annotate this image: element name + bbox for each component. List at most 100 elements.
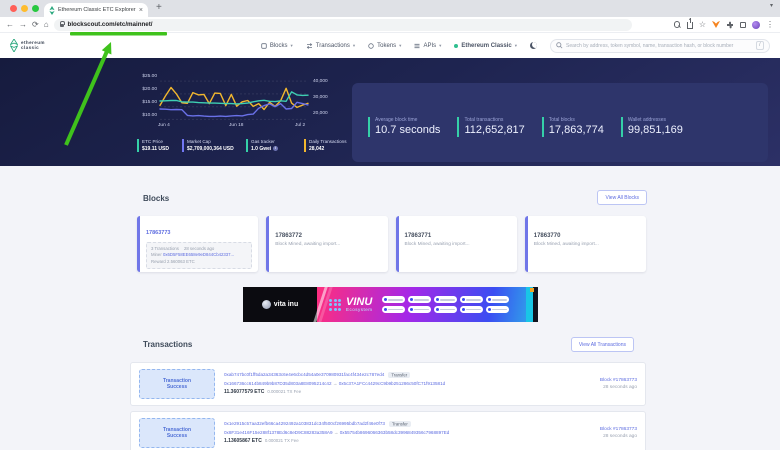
y-axis-tick: $25.00: [133, 74, 157, 79]
ad-pill[interactable]: [434, 296, 457, 303]
stat-wallet-addresses: Wallet addresses 99,851,169: [621, 117, 683, 137]
nav-item-transactions[interactable]: Transactions▾: [306, 43, 355, 49]
stat-etc-price: ETC Price $19.11 USD: [137, 139, 174, 152]
stat-total-blocks: Total blocks 17,863,774: [542, 117, 604, 137]
hero-stats-left: ETC Price $19.11 USD Market Cap $2,709,0…: [137, 139, 352, 152]
transaction-value: 1.13605867 ETC: [224, 438, 262, 444]
ad-pill[interactable]: [382, 296, 405, 303]
y-axis-tick: $15.00: [133, 100, 157, 105]
blocks-section-title: Blocks: [143, 194, 169, 203]
etc-diamond-icon: [10, 39, 18, 52]
zoom-search-icon[interactable]: [674, 21, 681, 28]
transaction-list: Transaction Success 0xab747bc0f1ff5da2a3…: [130, 362, 646, 450]
ad-pill[interactable]: [486, 306, 509, 313]
block-link[interactable]: Block #17863773: [600, 377, 637, 385]
transaction-hash-link[interactable]: 0xab747bc0f1ff5da2a34363c6e4e6cbc4d54a0e…: [224, 372, 384, 377]
extensions-puzzle-icon[interactable]: [726, 21, 734, 29]
transaction-row[interactable]: Transaction Success 0x1e2915c57aa32efb66…: [130, 411, 646, 450]
ad-pill[interactable]: [434, 306, 457, 313]
forward-icon[interactable]: →: [19, 20, 27, 30]
hero-stats-panel: Average block time 10.7 seconds Total tr…: [352, 83, 768, 162]
y2-axis-tick: 40,000: [313, 79, 328, 84]
from-address-link[interactable]: 0x166736cc614b849b9b87D35d803a8E8095214c…: [224, 381, 332, 386]
back-icon[interactable]: ←: [6, 20, 14, 30]
ad-pill[interactable]: [408, 296, 431, 303]
transactions-section-title: Transactions: [143, 340, 192, 349]
block-link[interactable]: Block #17863773: [600, 426, 637, 434]
chevron-down-icon: ▾: [353, 43, 355, 49]
ad-content: VINU Ecosystem: [317, 287, 538, 322]
transaction-hash-link[interactable]: 0x1e2915c57aa32efb66ca4292492a103831dc34…: [224, 421, 385, 426]
to-address-link[interactable]: 0x5c37A1FCc4429cC9b9b251286c50fC71f91358…: [339, 381, 446, 386]
url-bar[interactable]: blockscout.com/etc/mainnet/: [54, 19, 632, 31]
ad-pill[interactable]: [460, 306, 483, 313]
window-fullscreen-button[interactable]: [32, 5, 39, 12]
ethereum-classic-logo[interactable]: ethereum classic: [10, 39, 45, 52]
new-tab-button[interactable]: +: [156, 2, 162, 13]
transaction-status-badge: Transaction Success: [139, 418, 215, 448]
chevron-down-icon: ▾: [439, 43, 441, 49]
chevron-down-icon: ▾: [515, 43, 517, 49]
ad-banner[interactable]: vita inu VINU Ecosystem: [243, 287, 538, 322]
profile-avatar[interactable]: [752, 21, 760, 29]
miner-address-link[interactable]: 0x6D5F58EE658e9eD844Cb42337...: [163, 252, 234, 257]
bookmark-star-icon[interactable]: ☆: [699, 20, 706, 30]
ad-pill[interactable]: [486, 296, 509, 303]
reload-icon[interactable]: ⟳: [32, 20, 39, 30]
to-address-link[interactable]: 0x55754b8696066363b58dc3996849356c796889…: [340, 430, 450, 435]
ad-pill[interactable]: [382, 306, 405, 313]
home-icon[interactable]: ⌂: [44, 20, 49, 30]
tab-search-icon[interactable]: [740, 22, 746, 28]
url-text[interactable]: blockscout.com/etc/mainnet/: [68, 21, 153, 28]
browser-tab[interactable]: Ethereum Classic ETC Explorer ×: [44, 3, 148, 17]
nav-item-apis[interactable]: APIs▾: [414, 43, 441, 49]
info-icon[interactable]: i: [273, 146, 278, 151]
window-chevron-icon[interactable]: ▾: [770, 2, 773, 9]
transaction-fee: 0.000021 TX Fee: [267, 389, 301, 394]
block-number-link[interactable]: 17863773: [146, 230, 170, 236]
tab-close-icon[interactable]: ×: [139, 7, 143, 14]
browser-menu-kebab-icon[interactable]: ⋮: [766, 20, 774, 30]
block-details: 3 Transactions28 seconds ago Miner 0x6D5…: [146, 242, 252, 269]
stat-daily-transactions: Daily Transactions 28,042: [304, 139, 352, 152]
dark-mode-toggle-moon-icon[interactable]: [530, 42, 537, 49]
vinu-dots-logo: [329, 299, 341, 311]
block-number: 17863771: [405, 233, 511, 239]
window-minimize-button[interactable]: [21, 5, 28, 12]
transaction-details: 0x1e2915c57aa32efb66ca4292492a103831dc34…: [224, 420, 591, 446]
transaction-fee: 0.000021 TX Fee: [265, 438, 299, 443]
metamask-extension-icon[interactable]: [712, 21, 720, 28]
share-icon[interactable]: [687, 22, 693, 29]
y-axis-tick: $10.00: [133, 113, 157, 118]
y2-axis-tick: 20,000: [313, 111, 328, 116]
ad-close-corner[interactable]: [530, 288, 534, 292]
block-card-featured[interactable]: 17863773 3 Transactions28 seconds ago Mi…: [137, 216, 258, 272]
search-icon: [556, 42, 563, 49]
block-card[interactable]: 17863770 Block Mined, awaiting import...: [525, 216, 646, 272]
network-selector[interactable]: Ethereum Classic▾: [454, 43, 517, 49]
nav-item-tokens[interactable]: Tokens▾: [368, 43, 401, 49]
x-axis-tick: Jun 18: [229, 123, 243, 128]
block-card[interactable]: 17863772 Block Mined, awaiting import...: [266, 216, 387, 272]
block-status: Block Mined, awaiting import...: [275, 242, 381, 247]
block-card[interactable]: 17863771 Block Mined, awaiting import...: [396, 216, 517, 272]
nav-item-blocks[interactable]: Blocks▾: [261, 43, 293, 49]
chevron-down-icon: ▾: [399, 43, 401, 49]
window-close-button[interactable]: [10, 5, 17, 12]
stat-market-cap: Market Cap $2,709,000,364 USD: [182, 139, 238, 152]
view-all-blocks-button[interactable]: View All Blocks: [597, 190, 647, 205]
transaction-meta: Block #17863773 28 seconds ago: [600, 426, 637, 441]
vita-inu-logo: [262, 300, 271, 309]
ad-brand: vita inu: [243, 287, 317, 322]
view-all-transactions-button[interactable]: View All Transactions: [571, 337, 634, 352]
ad-pill[interactable]: [460, 296, 483, 303]
transfer-tag: Transfer: [389, 421, 411, 427]
search-input[interactable]: Search by address, token symbol, name, t…: [550, 39, 770, 53]
ad-pill[interactable]: [408, 306, 431, 313]
tab-title: Ethereum Classic ETC Explorer: [58, 7, 136, 13]
browser-tabstrip: Ethereum Classic ETC Explorer × + ▾: [0, 0, 780, 17]
transaction-row[interactable]: Transaction Success 0xab747bc0f1ff5da2a3…: [130, 362, 646, 406]
from-address-link[interactable]: 0x8F31e416F15e288f1378Ed6c8eD9C88283a358…: [224, 430, 333, 435]
site-navbar: ethereum classic Blocks▾ Transactions▾ T…: [0, 33, 780, 58]
hero-section: $25.00 $20.00 $15.00 $10.00 40,000 30,00…: [0, 58, 780, 166]
